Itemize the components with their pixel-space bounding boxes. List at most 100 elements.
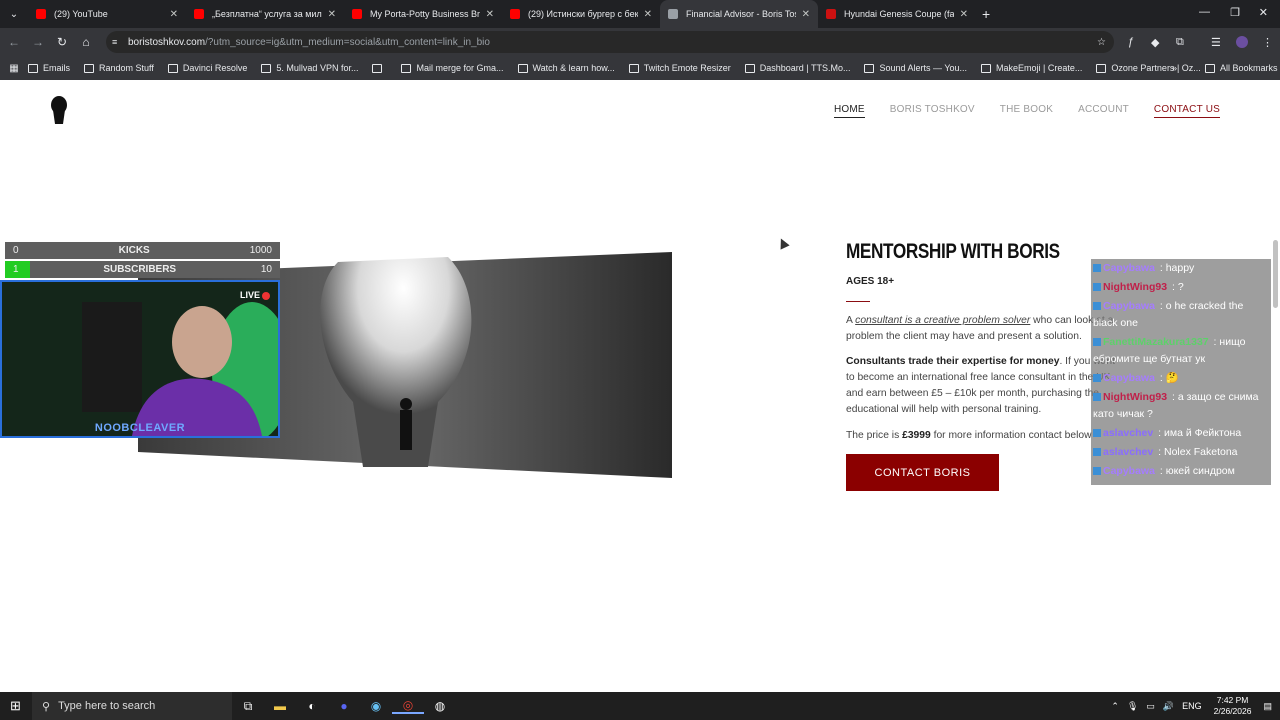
browser-tab[interactable]: My Porta-Potty Business Brings... ✕ (344, 0, 502, 28)
apps-grid-icon[interactable]: ▦ (0, 63, 28, 74)
tab-close-icon[interactable]: ✕ (328, 9, 336, 20)
nav-boris-toshkov[interactable]: BORIS TOSHKOV (890, 104, 975, 118)
bookmark-item[interactable]: Twitch Emote Resizer (628, 63, 731, 73)
home-icon[interactable]: ⌂ (74, 35, 98, 49)
task-view-icon[interactable]: ⧉ (232, 699, 264, 714)
badge-icon (1093, 264, 1101, 273)
bookmark-item[interactable]: 5. Mullvad VPN for... (261, 63, 358, 73)
tab-close-icon[interactable]: ✕ (486, 9, 494, 20)
system-tray: ⌃ 🎙 ▭ 🔊 ENG 7:42 PM 2/26/2026 ▤ (1111, 692, 1272, 720)
reading-list-icon[interactable]: ☰ (1211, 36, 1221, 49)
live-indicator: LIVE (240, 290, 270, 300)
taskbar-search[interactable]: ⚲ Type here to search (32, 692, 232, 720)
folder-icon (1205, 63, 1215, 73)
chat-message: Capybawa : юкей синдром (1091, 462, 1271, 481)
new-tab-button[interactable]: + (982, 6, 990, 22)
tab-strip: ⌄ (29) YouTube ✕ „Безплатна“ услуга за мил… (0, 0, 1280, 28)
mic-icon[interactable]: 🎙 (1127, 701, 1138, 712)
bookmark-icon (28, 63, 38, 73)
chat-message: NightWing93 : а защо се снима като чичак… (1093, 391, 1259, 420)
extension-icon-1[interactable]: ƒ (1128, 36, 1134, 48)
browser-tab[interactable]: Financial Advisor - Boris Toshkov ✕ (660, 0, 818, 28)
minimize-button[interactable]: — (1199, 6, 1210, 18)
webcam-overlay: LIVE NOOBCLEAVER (0, 280, 280, 438)
tab-close-icon[interactable]: ✕ (644, 9, 652, 20)
extension-icon-2[interactable]: ◆ (1151, 36, 1159, 49)
tray-expand-icon[interactable]: ⌃ (1111, 701, 1119, 712)
bookmark-item[interactable]: MakeEmoji | Create... (981, 63, 1082, 73)
tab-favicon (352, 9, 362, 19)
nav-the-book[interactable]: THE BOOK (1000, 104, 1053, 118)
contact-boris-button[interactable]: CONTACT BORIS (846, 454, 999, 491)
p1-link[interactable]: consultant is a creative problem solver (855, 315, 1030, 326)
more-bookmarks-icon[interactable]: » (1172, 63, 1177, 73)
subs-label: SUBSCRIBERS (103, 264, 177, 275)
tab-close-icon[interactable]: ✕ (960, 9, 968, 20)
nav-home[interactable]: HOME (833, 104, 865, 118)
menu-dots-icon[interactable]: ⋮ (1262, 36, 1273, 49)
url-path: /?utm_source=ig&utm_medium=social&utm_co… (205, 36, 490, 48)
network-icon[interactable]: ▭ (1146, 701, 1155, 712)
profile-avatar[interactable] (1236, 36, 1248, 48)
bookmark-label: Emails (43, 63, 71, 73)
chrome-icon[interactable]: ◎ (392, 698, 424, 714)
p3-text-b: for more information contact below (930, 430, 1092, 441)
bookmark-label: Ozone Partners | Oz... (1111, 63, 1201, 73)
maximize-button[interactable]: ❐ (1230, 6, 1240, 19)
forward-icon[interactable]: → (26, 35, 50, 49)
bookmark-item[interactable]: Random Stuff (84, 63, 154, 73)
bookmark-item[interactable]: Sound Alerts — You... (864, 63, 967, 73)
clock[interactable]: 7:42 PM 2/26/2026 (1214, 695, 1252, 717)
site-logo[interactable] (50, 96, 68, 124)
bookmark-item[interactable]: Ozone Partners | Oz... (1096, 63, 1201, 73)
app-icon-1[interactable]: ◐ (296, 699, 328, 713)
notifications-icon[interactable]: ▤ (1263, 701, 1272, 712)
bookmark-item[interactable]: Watch & learn how... (517, 63, 615, 73)
tab-search-icon[interactable]: ⌄ (0, 9, 28, 20)
bookmark-label: MakeEmoji | Create... (996, 63, 1083, 73)
chat-text: happy (1165, 262, 1195, 274)
windows-taskbar: ⊞ ⚲ Type here to search ⧉ ▬ ◐ ● ◉ ◎ ◍ ⌃ … (0, 692, 1280, 720)
bookmark-item[interactable]: Mail merge for Gma... (401, 63, 504, 73)
tab-title: My Porta-Potty Business Brings... (370, 9, 480, 19)
browser-tab[interactable]: Hyundai Genesis Coupe (facelift) ✕ (818, 0, 976, 28)
bookmark-star-icon[interactable]: ☆ (1097, 37, 1106, 48)
p3-text-a: The price is (846, 430, 903, 441)
bookmark-item[interactable]: Dashboard | TTS.Mo... (744, 63, 850, 73)
bookmark-icon (401, 63, 412, 73)
nav-account[interactable]: ACCOUNT (1078, 104, 1129, 118)
site-info-icon[interactable]: ≡ (112, 37, 117, 47)
chat-text: Nolex Faketona (1163, 446, 1238, 458)
close-window-button[interactable]: ✕ (1259, 6, 1268, 19)
bookmark-label: Davinci Resolve (182, 63, 248, 73)
tab-close-icon[interactable]: ✕ (802, 9, 810, 20)
chat-message: aslavchev : има й Фейктона (1091, 424, 1271, 443)
address-bar[interactable]: ≡ boristoshkov.com/?utm_source=ig&utm_me… (106, 31, 1114, 53)
discord-icon[interactable]: ● (328, 699, 360, 713)
nav-contact-us[interactable]: CONTACT US (1153, 104, 1220, 118)
all-bookmarks[interactable]: All Bookmarks (1205, 63, 1278, 73)
bookmark-item[interactable]: Emails (28, 63, 70, 73)
bookmark-label: Twitch Emote Resizer (643, 63, 731, 73)
browser-tab[interactable]: (29) YouTube ✕ (28, 0, 186, 28)
bookmark-item[interactable]: Davinci Resolve (167, 63, 248, 73)
chat-username: Capybawa (1103, 300, 1155, 312)
windows-start-icon[interactable]: ⊞ (10, 698, 21, 714)
bookmark-item[interactable] (372, 63, 387, 73)
back-icon[interactable]: ← (2, 35, 26, 49)
p1-text-a: A (846, 315, 856, 326)
extensions-puzzle-icon[interactable]: ⧉ (1176, 36, 1184, 49)
browser-tab[interactable]: (29) Истински бургер с бекон... ✕ (502, 0, 660, 28)
file-explorer-icon[interactable]: ▬ (264, 699, 296, 713)
reload-icon[interactable]: ↻ (50, 35, 74, 49)
webcam-feed (2, 282, 278, 436)
browser-tab[interactable]: „Безплатна“ услуга за милион... ✕ (186, 0, 344, 28)
volume-icon[interactable]: 🔊 (1163, 701, 1174, 712)
language-indicator[interactable]: ENG (1182, 701, 1202, 711)
tab-close-icon[interactable]: ✕ (170, 9, 178, 20)
obs-icon[interactable]: ◍ (424, 699, 456, 713)
scrollbar-thumb[interactable] (1273, 240, 1278, 308)
steam-icon[interactable]: ◉ (360, 699, 392, 713)
bookmark-label: Random Stuff (99, 63, 154, 73)
scrollbar[interactable] (1272, 80, 1278, 692)
